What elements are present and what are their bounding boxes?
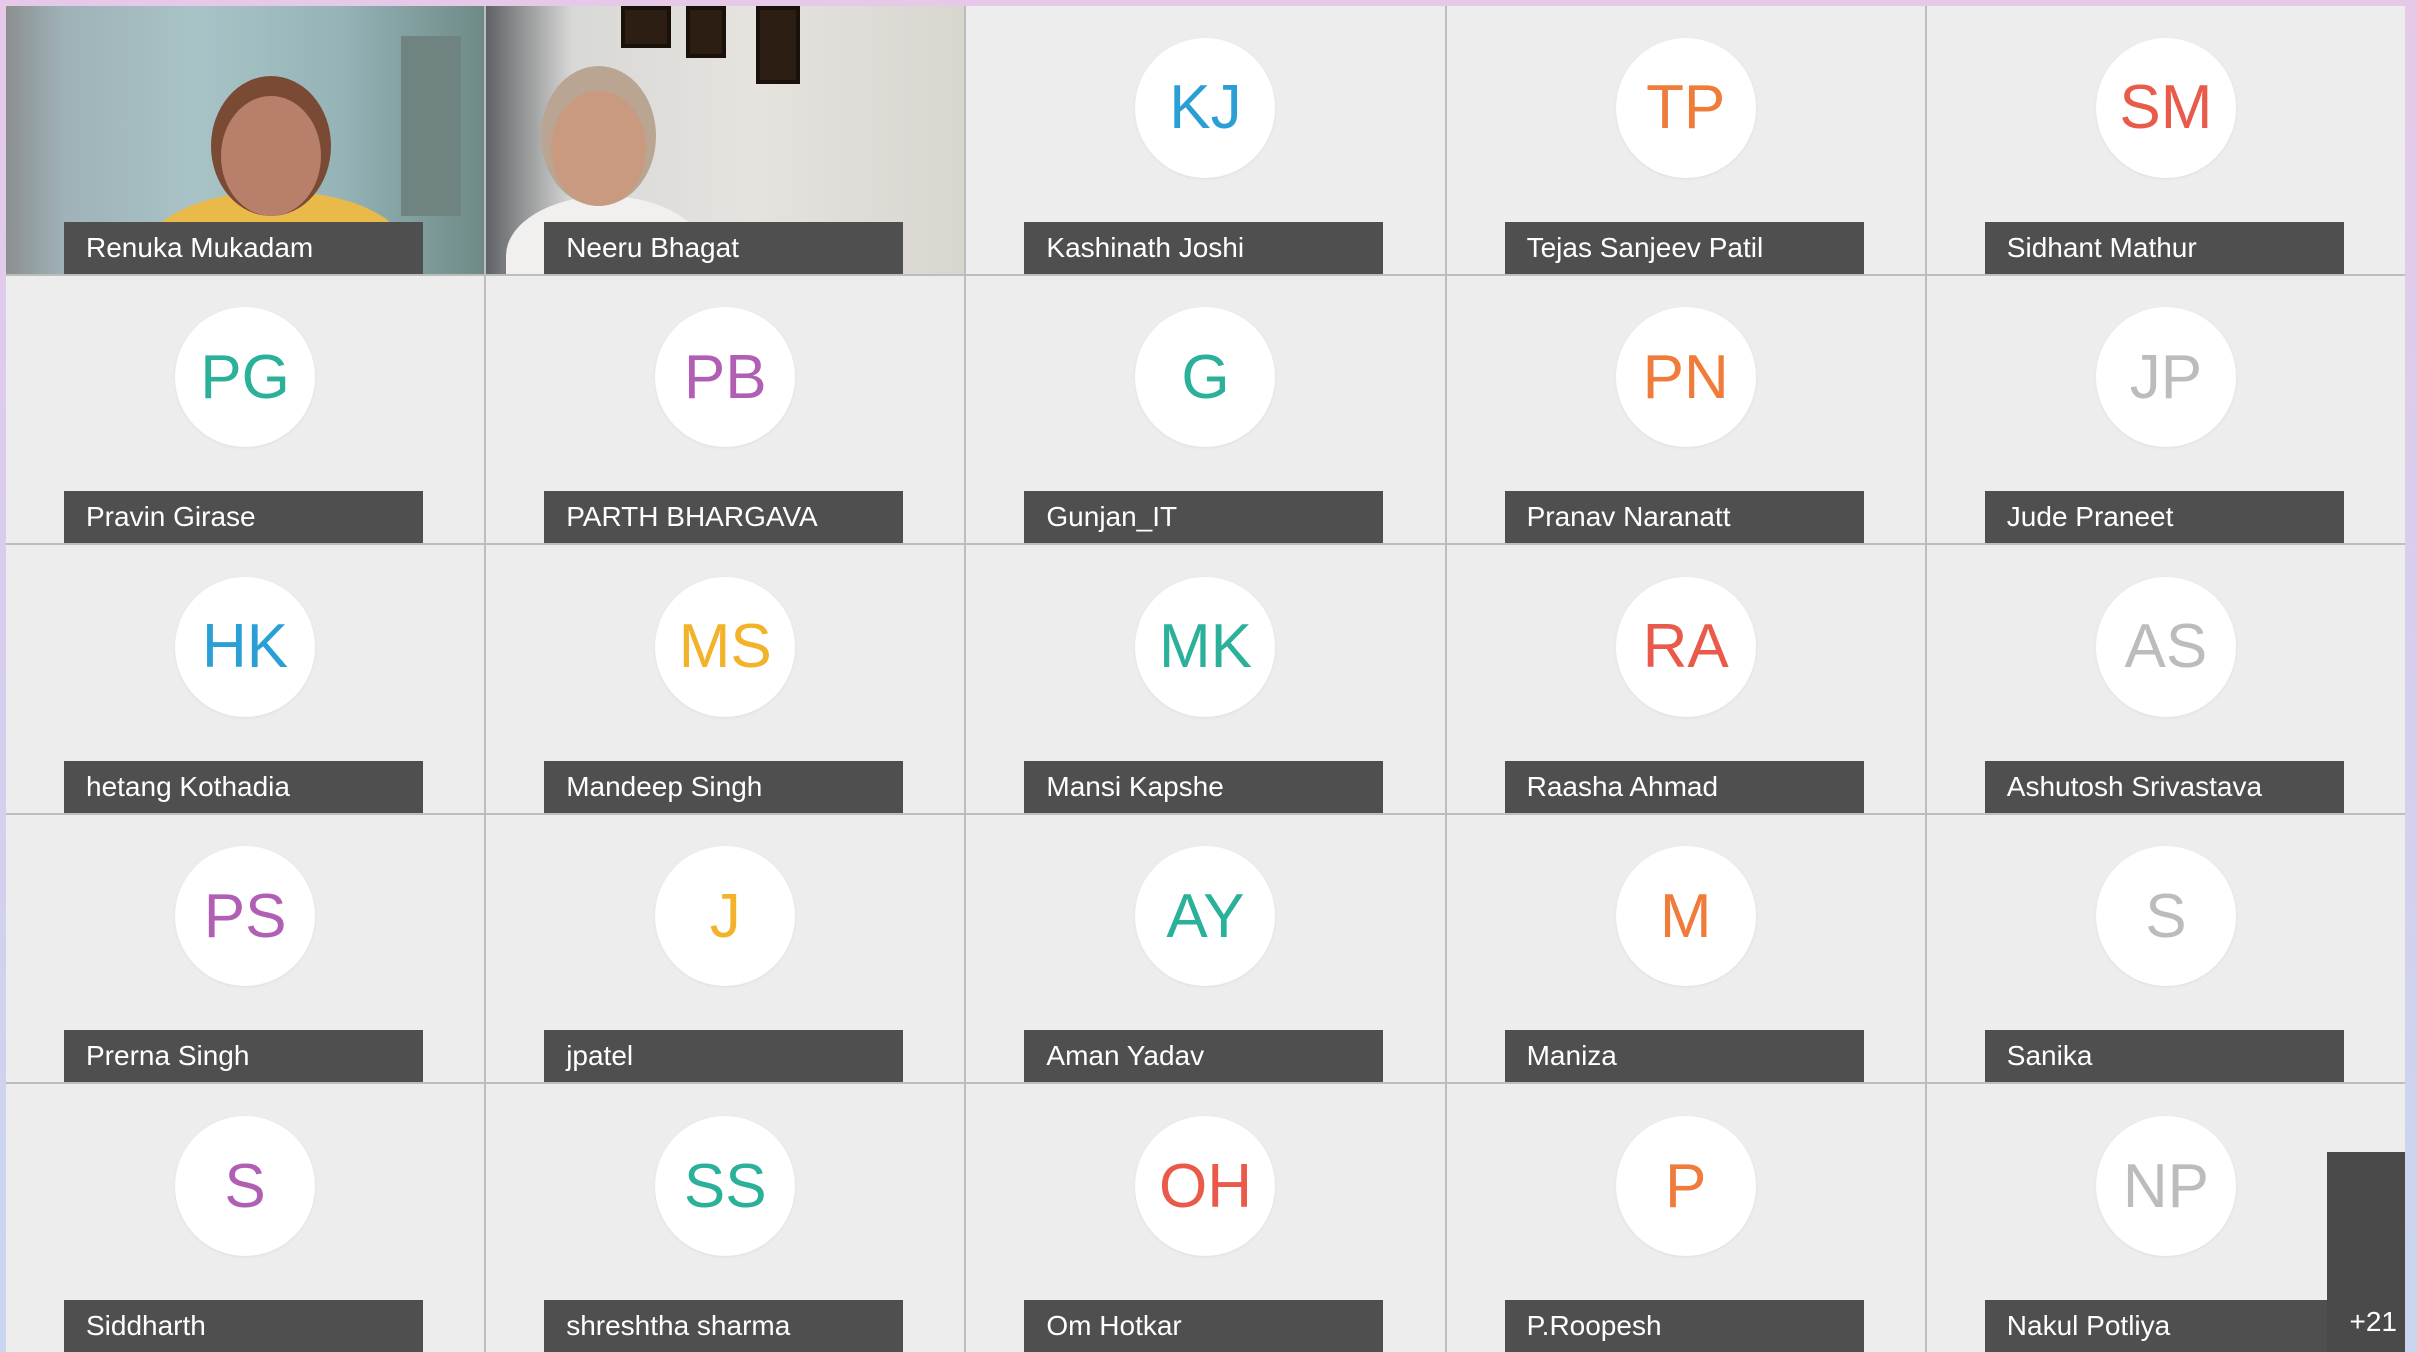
participant-tile[interactable]: SS shreshtha sharma bbox=[486, 1084, 965, 1352]
participant-name: P.Roopesh bbox=[1504, 1300, 1864, 1352]
participant-tile[interactable]: AS Ashutosh Srivastava bbox=[1926, 545, 2405, 813]
participant-tile[interactable]: J jpatel bbox=[486, 814, 965, 1083]
participant-name: hetang Kothadia bbox=[64, 760, 423, 813]
avatar: PB bbox=[655, 307, 796, 448]
participant-name: Aman Yadav bbox=[1024, 1030, 1384, 1083]
avatar: PG bbox=[175, 307, 316, 448]
participant-name: Renuka Mukadam bbox=[64, 221, 423, 274]
participant-name: Jude Praneet bbox=[1984, 491, 2344, 544]
participant-tile[interactable]: Neeru Bhagat bbox=[486, 6, 965, 274]
avatar: OH bbox=[1135, 1116, 1276, 1257]
participant-name: Sanika bbox=[1984, 1030, 2344, 1083]
avatar: SM bbox=[2095, 37, 2236, 178]
avatar: S bbox=[175, 1116, 316, 1257]
participant-tile[interactable]: PS Prerna Singh bbox=[6, 814, 485, 1083]
avatar: NP bbox=[2095, 1116, 2236, 1257]
participant-name: Neeru Bhagat bbox=[544, 221, 904, 274]
participant-tile[interactable]: S Sanika bbox=[1926, 814, 2405, 1083]
avatar: JP bbox=[2095, 307, 2236, 448]
participant-tile[interactable]: OH Om Hotkar bbox=[966, 1084, 1445, 1352]
participant-name: Raasha Ahmad bbox=[1504, 760, 1864, 813]
avatar: TP bbox=[1615, 37, 1756, 178]
participant-tile[interactable]: HK hetang Kothadia bbox=[6, 545, 485, 813]
avatar: RA bbox=[1615, 576, 1756, 717]
avatar: PN bbox=[1615, 307, 1756, 448]
participant-name: shreshtha sharma bbox=[544, 1300, 904, 1352]
participant-tile[interactable]: KJ Kashinath Joshi bbox=[966, 6, 1445, 274]
participant-tile[interactable]: MS Mandeep Singh bbox=[486, 545, 965, 813]
avatar: G bbox=[1135, 307, 1276, 448]
participant-tile[interactable]: S Siddharth bbox=[6, 1084, 485, 1352]
participant-name: Pravin Girase bbox=[64, 491, 423, 544]
participant-tile[interactable]: PN Pranav Naranatt bbox=[1446, 275, 1925, 544]
participant-tile[interactable]: G Gunjan_IT bbox=[966, 275, 1445, 544]
avatar: MK bbox=[1135, 576, 1276, 717]
more-participants-count: +21 bbox=[2349, 1306, 2398, 1337]
participant-tile[interactable]: AY Aman Yadav bbox=[966, 814, 1445, 1083]
avatar: MS bbox=[655, 576, 796, 717]
participant-tile[interactable]: JP Jude Praneet bbox=[1926, 275, 2405, 544]
participant-name: jpatel bbox=[544, 1030, 904, 1083]
participant-tile[interactable]: MK Mansi Kapshe bbox=[966, 545, 1445, 813]
participant-tile[interactable]: RA Raasha Ahmad bbox=[1446, 545, 1925, 813]
participant-name: Sidhant Mathur bbox=[1984, 221, 2344, 274]
participant-tile[interactable]: SM Sidhant Mathur bbox=[1926, 6, 2405, 274]
participant-name: Mandeep Singh bbox=[544, 760, 904, 813]
participant-tile[interactable]: TP Tejas Sanjeev Patil bbox=[1446, 6, 1925, 274]
participant-name: Kashinath Joshi bbox=[1024, 221, 1384, 274]
participant-name: Maniza bbox=[1504, 1030, 1864, 1083]
participant-name: Om Hotkar bbox=[1024, 1300, 1384, 1352]
participant-name: Prerna Singh bbox=[64, 1030, 423, 1083]
participant-tile[interactable]: PB PARTH BHARGAVA bbox=[486, 275, 965, 544]
more-participants-button[interactable]: +21 bbox=[2327, 1152, 2405, 1352]
participant-name: Siddharth bbox=[64, 1300, 423, 1352]
avatar: M bbox=[1615, 846, 1756, 987]
avatar: AY bbox=[1135, 846, 1276, 987]
participant-name: Ashutosh Srivastava bbox=[1984, 760, 2344, 813]
avatar: P bbox=[1615, 1116, 1756, 1257]
participant-name: Gunjan_IT bbox=[1024, 491, 1384, 544]
participant-name: Nakul Potliya bbox=[1984, 1300, 2344, 1352]
avatar: SS bbox=[655, 1116, 796, 1257]
avatar: J bbox=[655, 846, 796, 987]
participant-grid: Renuka Mukadam Neeru Bhagat KJ Kashinath… bbox=[6, 6, 2405, 1352]
participant-tile[interactable]: M Maniza bbox=[1446, 814, 1925, 1083]
participant-name: Pranav Naranatt bbox=[1504, 491, 1864, 544]
avatar: PS bbox=[175, 846, 316, 987]
participant-tile[interactable]: P P.Roopesh bbox=[1446, 1084, 1925, 1352]
participant-name: Mansi Kapshe bbox=[1024, 760, 1384, 813]
participant-name: Tejas Sanjeev Patil bbox=[1504, 221, 1864, 274]
participant-tile[interactable]: Renuka Mukadam bbox=[6, 6, 485, 274]
avatar: HK bbox=[175, 576, 316, 717]
participant-name: PARTH BHARGAVA bbox=[544, 491, 904, 544]
participant-tile[interactable]: NP Nakul Potliya +21 bbox=[1926, 1084, 2405, 1352]
participant-tile[interactable]: PG Pravin Girase bbox=[6, 275, 485, 544]
avatar: KJ bbox=[1135, 37, 1276, 178]
avatar: AS bbox=[2095, 576, 2236, 717]
avatar: S bbox=[2095, 846, 2236, 987]
